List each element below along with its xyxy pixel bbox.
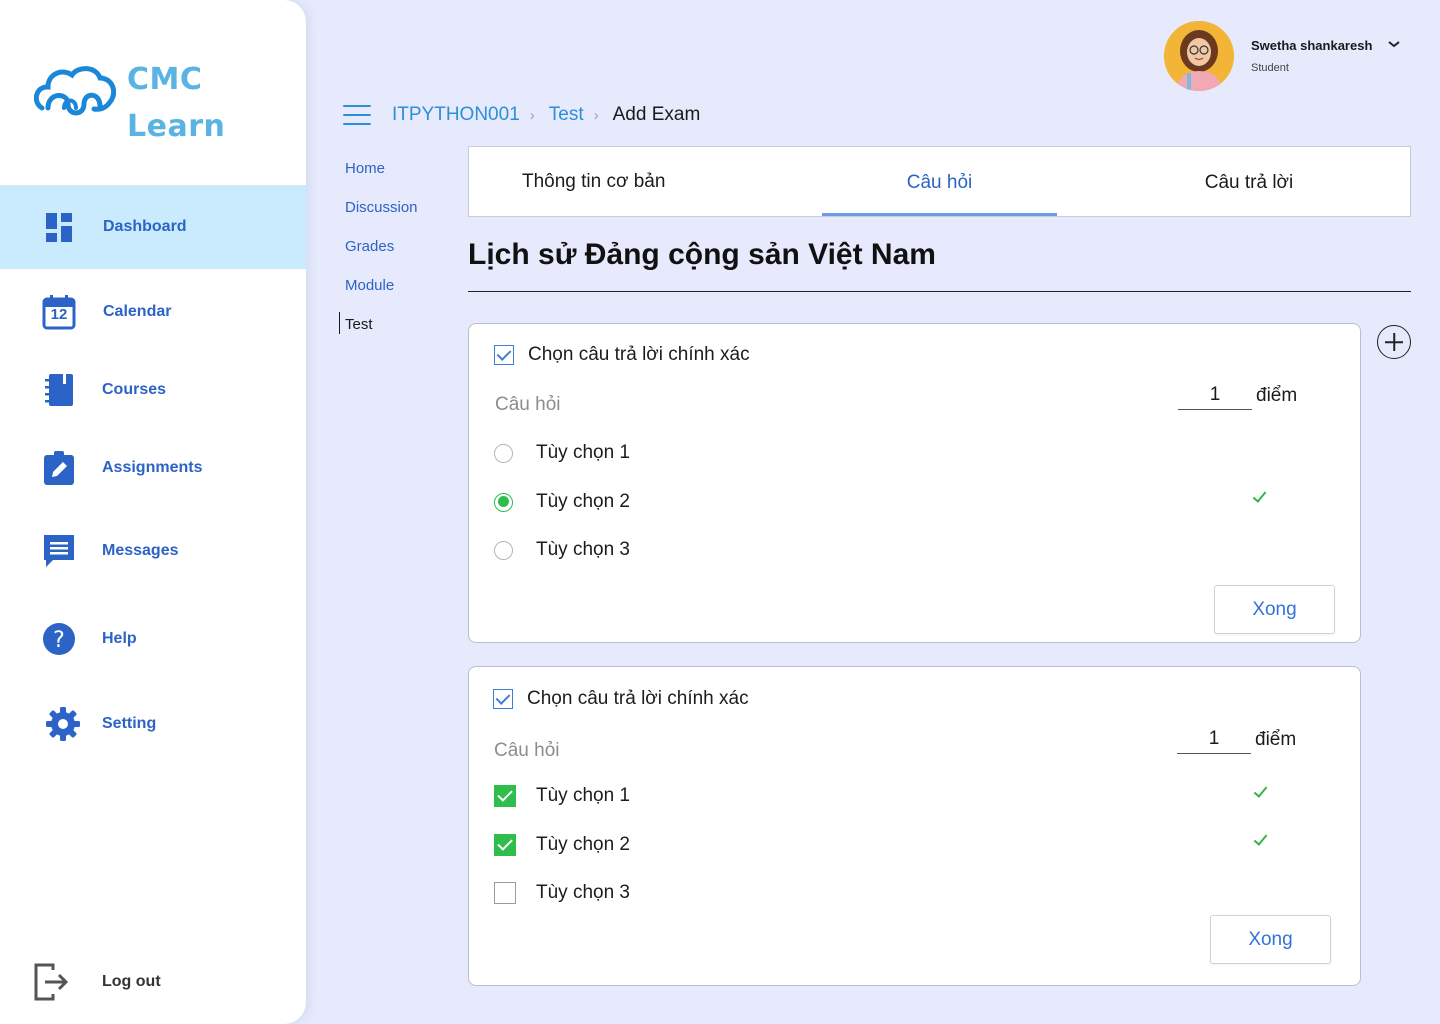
gear-icon — [44, 705, 82, 743]
sidebar-item-label: Help — [102, 630, 137, 647]
option-label[interactable]: Tùy chọn 2 — [536, 491, 630, 513]
brand-name: CMC Learn — [127, 56, 225, 150]
radio-button[interactable] — [494, 492, 513, 512]
svg-text:?: ? — [53, 628, 65, 653]
option-label[interactable]: Tùy chọn 3 — [536, 539, 630, 561]
brand-line-2: Learn — [127, 109, 226, 144]
checkbox[interactable] — [494, 834, 516, 856]
option-row: Tùy chọn 1 — [494, 785, 630, 807]
message-icon — [40, 532, 78, 570]
radio-button[interactable] — [494, 443, 513, 463]
checkbox[interactable] — [494, 785, 516, 807]
done-button[interactable]: Xong — [1214, 585, 1335, 634]
hamburger-menu-icon[interactable] — [343, 105, 371, 129]
course-subnav: Home Discussion Grades Module Test — [339, 160, 418, 355]
tab-label: Thông tin cơ bản — [522, 171, 666, 192]
help-icon: ? — [40, 620, 78, 658]
user-name[interactable]: Swetha shankaresh — [1251, 38, 1372, 53]
breadcrumb: ITPYTHON001 › Test › Add Exam — [392, 104, 700, 126]
logout-icon — [32, 963, 70, 1001]
subnav-module[interactable]: Module — [345, 277, 418, 316]
user-role: Student — [1251, 62, 1289, 74]
tab-questions[interactable]: Câu hỏi — [822, 147, 1057, 216]
option-row: Tùy chọn 2 — [494, 834, 630, 856]
option-row: Tùy chọn 1 — [494, 442, 630, 464]
score-input[interactable] — [1178, 380, 1252, 410]
option-row: Tùy chọn 3 — [494, 882, 630, 904]
sidebar-item-label: Calendar — [103, 303, 172, 320]
option-row: Tùy chọn 3 — [494, 539, 630, 561]
tab-basic-info[interactable]: Thông tin cơ bản — [489, 147, 709, 216]
sidebar-item-assignments[interactable]: Assignments — [0, 426, 306, 510]
calendar-day-number: 12 — [50, 306, 68, 323]
correct-check-icon — [1254, 832, 1266, 847]
chevron-right-icon: › — [593, 106, 599, 124]
subnav-grades[interactable]: Grades — [345, 238, 418, 277]
score-unit: điểm — [1256, 385, 1298, 406]
tab-label: Câu trả lời — [1204, 172, 1294, 193]
dashboard-icon — [40, 208, 78, 246]
option-label[interactable]: Tùy chọn 3 — [536, 882, 630, 904]
score-input[interactable] — [1177, 724, 1251, 754]
sidebar-item-help[interactable]: ? Help — [0, 597, 306, 681]
logout-label: Log out — [102, 973, 161, 990]
exam-title: Lịch sử Đảng cộng sản Việt Nam — [468, 238, 936, 271]
tab-answers[interactable]: Câu trả lời — [1139, 147, 1359, 216]
logo[interactable]: CMC Learn — [34, 56, 274, 146]
add-question-button[interactable] — [1377, 325, 1411, 359]
option-label[interactable]: Tùy chọn 2 — [536, 834, 630, 856]
chevron-down-icon[interactable] — [1387, 38, 1401, 50]
question-type-toggle[interactable]: Chọn câu trả lời chính xác — [493, 688, 749, 710]
user-photo — [1164, 21, 1234, 91]
subnav-discussion[interactable]: Discussion — [345, 199, 418, 238]
sidebar-item-calendar[interactable]: 12 Calendar — [0, 270, 306, 354]
breadcrumb-course[interactable]: ITPYTHON001 — [392, 104, 520, 126]
divider — [468, 291, 1411, 292]
question-input[interactable]: Câu hỏi — [495, 394, 561, 416]
question-type-label: Chọn câu trả lời chính xác — [527, 688, 749, 709]
subnav-home[interactable]: Home — [345, 160, 418, 199]
tab-label: Câu hỏi — [906, 172, 973, 193]
option-label[interactable]: Tùy chọn 1 — [536, 785, 630, 807]
calendar-icon: 12 — [40, 293, 78, 331]
logout-button[interactable]: Log out — [0, 940, 306, 1024]
sidebar-item-label: Assignments — [102, 459, 203, 476]
sidebar-item-label: Courses — [102, 381, 167, 398]
sidebar-item-courses[interactable]: Courses — [0, 348, 306, 432]
checkbox[interactable] — [494, 882, 516, 904]
sidebar: CMC Learn Dashboard 12 Calendar Courses … — [0, 0, 306, 1024]
question-type-toggle[interactable]: Chọn câu trả lời chính xác — [494, 344, 750, 366]
radio-button[interactable] — [494, 540, 513, 560]
sidebar-item-label: Dashboard — [103, 218, 187, 235]
question-input[interactable]: Câu hỏi — [494, 740, 560, 762]
correct-check-icon — [1253, 489, 1265, 504]
clipboard-edit-icon — [40, 449, 78, 487]
cloud-logo-icon — [34, 66, 116, 116]
avatar[interactable] — [1164, 21, 1234, 91]
correct-check-icon — [1254, 784, 1266, 799]
breadcrumb-section[interactable]: Test — [549, 104, 584, 126]
question-card: Chọn câu trả lời chính xác Câu hỏi điểm … — [468, 666, 1361, 986]
brand-line-1: CMC — [127, 62, 203, 97]
checkbox-icon[interactable] — [494, 345, 514, 365]
sidebar-item-label: Setting — [102, 715, 157, 732]
sidebar-item-setting[interactable]: Setting — [0, 682, 306, 766]
chevron-right-icon: › — [529, 106, 535, 124]
sidebar-item-label: Messages — [102, 542, 179, 559]
question-card: Chọn câu trả lời chính xác Câu hỏi điểm … — [468, 323, 1361, 643]
breadcrumb-current: Add Exam — [612, 104, 701, 125]
question-type-label: Chọn câu trả lời chính xác — [528, 344, 750, 365]
sidebar-item-messages[interactable]: Messages — [0, 509, 306, 593]
checkbox-icon[interactable] — [493, 689, 513, 709]
done-button[interactable]: Xong — [1210, 915, 1331, 964]
subnav-test[interactable]: Test — [339, 312, 418, 355]
exam-tabs: Thông tin cơ bản Câu hỏi Câu trả lời — [468, 146, 1411, 217]
notebook-icon — [40, 371, 78, 409]
option-label[interactable]: Tùy chọn 1 — [536, 442, 630, 464]
score-unit: điểm — [1255, 729, 1297, 750]
sidebar-item-dashboard[interactable]: Dashboard — [0, 185, 306, 269]
option-row: Tùy chọn 2 — [494, 491, 630, 513]
